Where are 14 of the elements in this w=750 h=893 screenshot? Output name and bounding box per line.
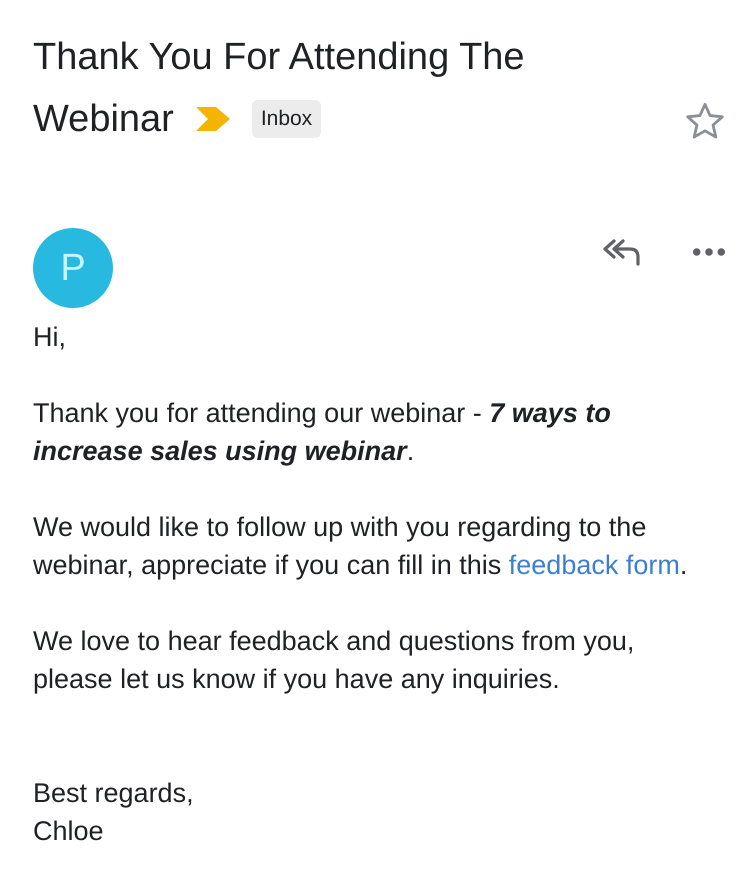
inbox-label[interactable]: Inbox (252, 100, 322, 138)
email-subject: Webinar (33, 97, 174, 142)
body-paragraph: We love to hear feedback and questions from you, please let us know if you have any inquiries. (33, 625, 636, 696)
more-options-icon[interactable] (692, 247, 726, 257)
feedback-link[interactable]: feedback form (508, 550, 680, 580)
body-paragraph: Hi, (33, 321, 67, 354)
body-paragraph: We would like to follow up with you regarding to the webinar, appreciate if you can fill in this feedback form. (33, 511, 688, 582)
signature-line: Chloe (33, 815, 105, 848)
signature-line: Best regards, (33, 777, 195, 810)
email-subject: Thank You For Attending The (33, 35, 526, 80)
body-paragraph: Thank you for attending our webinar - 7 ways to increase sales using webinar. (33, 397, 612, 468)
sender-avatar: P (33, 228, 113, 308)
reply-all-icon[interactable] (602, 237, 642, 267)
importance-marker-icon[interactable] (196, 107, 230, 131)
